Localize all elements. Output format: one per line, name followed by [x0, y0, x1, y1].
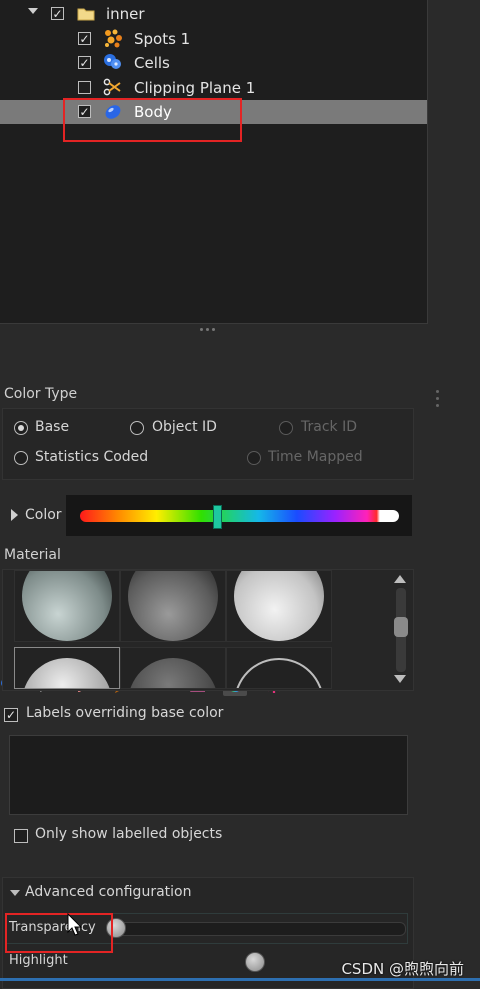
radio-time-mapped [247, 451, 261, 465]
radio-time-mapped-label: Time Mapped [268, 449, 363, 465]
labels-override-checkbox[interactable] [4, 708, 18, 722]
material-swatch-rough-dark[interactable] [120, 570, 226, 642]
radio-track-id-label: Track ID [301, 419, 357, 435]
color-slider-marker[interactable] [213, 505, 222, 529]
scrollbar-thumb[interactable] [394, 617, 408, 637]
radio-track-id [279, 421, 293, 435]
splitter-handle[interactable] [196, 326, 218, 332]
material-swatch-outline[interactable] [226, 647, 332, 689]
color-expand-arrow-icon[interactable] [11, 509, 18, 521]
only-labelled-label: Only show labelled objects [35, 826, 223, 842]
highlight-annotation-box [63, 98, 242, 142]
bottom-accent-line [0, 978, 480, 981]
tree-item-spots-1[interactable]: Spots 1 [0, 27, 427, 51]
scroll-down-arrow-icon[interactable] [394, 675, 406, 683]
radio-base-label: Base [35, 419, 70, 435]
scroll-up-arrow-icon[interactable] [394, 575, 406, 583]
cells-icon [103, 53, 123, 71]
tree-item-label: inner [106, 5, 145, 23]
color-type-title: Color Type [4, 386, 78, 402]
radio-object-id-label: Object ID [152, 419, 217, 435]
spots-icon [103, 29, 123, 48]
radio-object-id[interactable] [130, 421, 144, 435]
tree-item-label: Spots 1 [134, 30, 191, 48]
highlight-annotation-box [5, 913, 113, 953]
material-swatch-matte-teal[interactable] [14, 570, 120, 642]
tree-item-checkbox[interactable] [78, 81, 91, 94]
material-swatch-dark-matte[interactable] [120, 647, 226, 689]
advanced-collapse-arrow-icon[interactable] [10, 890, 20, 896]
material-swatch-bright-glossy[interactable] [226, 570, 332, 642]
highlight-slider-handle[interactable] [245, 952, 265, 972]
material-swatch-silver-selected[interactable] [14, 647, 120, 689]
labels-list-box[interactable] [9, 735, 408, 815]
material-title: Material [4, 547, 61, 563]
labels-override-label: Labels overriding base color [26, 705, 224, 721]
transparency-slider-track[interactable] [108, 922, 406, 936]
tree-item-label: Cells [134, 54, 170, 72]
scissors-icon [103, 78, 123, 96]
material-scrollbar[interactable] [391, 572, 409, 688]
tree-item-checkbox[interactable] [51, 7, 64, 20]
highlight-label: Highlight [9, 953, 68, 968]
object-tree-panel[interactable]: inner Spots 1 Cells [0, 0, 428, 324]
folder-icon [76, 5, 96, 23]
radio-base[interactable] [14, 421, 28, 435]
tree-item-cells[interactable]: Cells [0, 51, 427, 75]
tree-item-clipping-plane-1[interactable]: Clipping Plane 1 [0, 76, 427, 100]
tree-item-inner[interactable]: inner [0, 2, 427, 26]
tree-item-label: Clipping Plane 1 [134, 79, 256, 97]
only-labelled-checkbox[interactable] [14, 829, 28, 843]
advanced-config-title[interactable]: Advanced configuration [25, 884, 191, 900]
color-spectrum-bar[interactable] [80, 510, 399, 522]
mouse-cursor-icon [67, 912, 83, 941]
tree-item-checkbox[interactable] [78, 32, 91, 45]
radio-statistics-coded[interactable] [14, 451, 28, 465]
properties-toolbar [0, 334, 300, 696]
collapse-arrow-icon[interactable] [28, 8, 38, 14]
tree-item-checkbox[interactable] [78, 56, 91, 69]
more-options-icon[interactable] [434, 390, 440, 412]
watermark: CSDN @煦煦向前 [341, 960, 464, 978]
color-label: Color [25, 507, 62, 523]
radio-statistics-coded-label: Statistics Coded [35, 449, 149, 465]
